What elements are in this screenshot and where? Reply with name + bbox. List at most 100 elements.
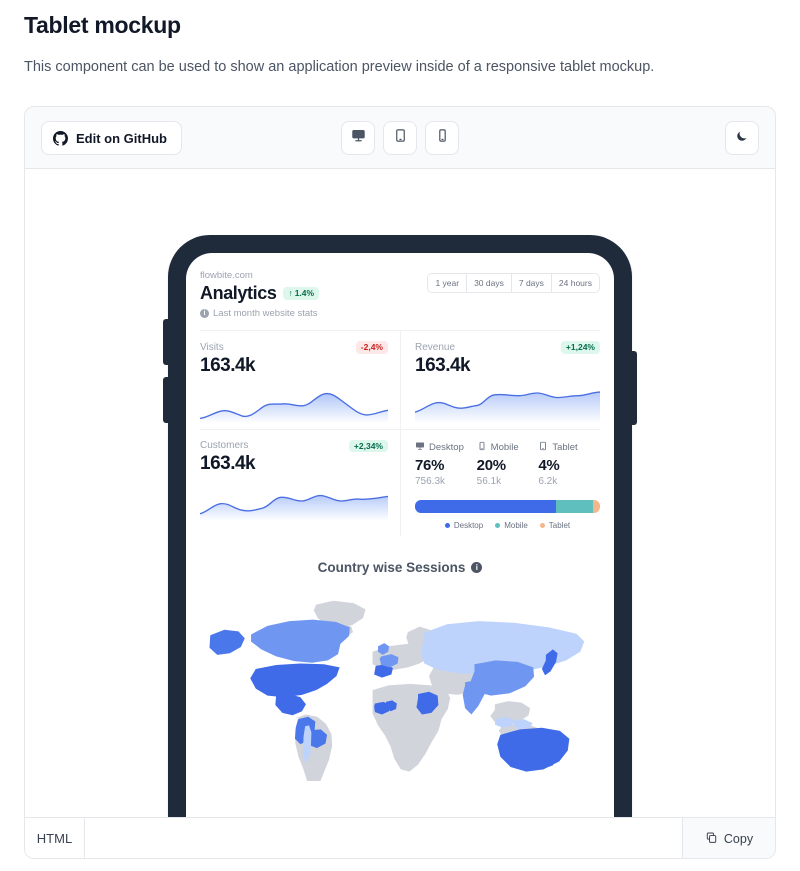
dashboard-heading-group: flowbite.com Analytics ↑ 1.4% i Last mon… (200, 269, 320, 319)
tab-html[interactable]: HTML (25, 818, 85, 858)
map-region-mexico (275, 693, 306, 715)
tablet-volume-up-button (163, 319, 169, 365)
page-root: Tablet mockup This component can be used… (0, 0, 800, 871)
stat-customers-value: 163.4k (200, 453, 256, 474)
legend-dot-desktop (444, 522, 450, 528)
dashboard-subtitle-row: i Last month website stats (200, 308, 319, 319)
arrow-up-icon: ↑ (288, 288, 293, 299)
device-desktop-count: 756.3k (415, 475, 446, 487)
tablet-volume-down-button (163, 377, 169, 423)
device-mobile-button[interactable] (425, 121, 459, 155)
title-change-value: 1.4% (294, 288, 315, 299)
mobile-icon (435, 128, 450, 148)
code-bar: HTML Copy (25, 817, 775, 858)
tablet-icon (393, 128, 408, 148)
desktop-icon (351, 128, 366, 148)
device-legend: Desktop Mobile Tablet (415, 521, 600, 530)
device-share-bar (415, 499, 600, 513)
dashboard-title: Analytics (200, 283, 277, 303)
stat-visits-label: Visits (200, 341, 224, 353)
legend-label-mobile: Mobile (504, 520, 528, 530)
stat-visits-badge: -2,4% (355, 341, 388, 354)
legend-label-tablet: Tablet (548, 520, 571, 530)
range-30-days[interactable]: 30 days (466, 273, 511, 294)
device-tablet-head: Tablet (538, 441, 600, 454)
sparkline-customers (200, 481, 388, 521)
device-tablet-button[interactable] (383, 121, 417, 155)
preview-stage: flowbite.com Analytics ↑ 1.4% i Last mon… (25, 169, 775, 817)
site-url: flowbite.com (200, 270, 253, 281)
edit-on-github-label: Edit on GitHub (76, 130, 167, 146)
dashboard-header: flowbite.com Analytics ↑ 1.4% i Last mon… (200, 269, 600, 319)
stat-card-revenue: Revenue +1,24% 163.4k (400, 331, 600, 430)
device-column-desktop: Desktop 76% 756.3k (415, 441, 477, 487)
copy-label: Copy (723, 831, 754, 846)
legend-dot-mobile (495, 522, 501, 528)
device-switcher (341, 121, 459, 155)
share-segment-tablet (592, 499, 600, 513)
time-range-group: 1 year 30 days 7 days 24 hours (427, 273, 600, 294)
device-tablet-percent: 4% (538, 456, 560, 474)
stat-card-customers: Customers +2,34% 163.4k (200, 430, 400, 536)
info-icon: i (200, 309, 209, 318)
sparkline-visits (200, 383, 388, 423)
page-title: Tablet mockup (24, 12, 181, 38)
preview-toolbar: Edit on GitHub (25, 107, 775, 169)
device-mobile-head: Mobile (477, 441, 539, 454)
device-desktop-head: Desktop (415, 441, 477, 454)
legend-item-tablet: Tablet (539, 520, 571, 530)
copy-icon (705, 831, 718, 847)
range-1-year[interactable]: 1 year (427, 273, 467, 294)
github-icon (53, 130, 68, 146)
device-column-tablet: Tablet 4% 6.2k (538, 441, 600, 487)
legend-item-desktop: Desktop (444, 520, 484, 530)
copy-button[interactable]: Copy (683, 818, 775, 858)
device-desktop-button[interactable] (341, 121, 375, 155)
device-column-mobile: Mobile 20% 56.1k (477, 441, 539, 487)
stat-revenue-label: Revenue (415, 341, 456, 353)
legend-dot-tablet (539, 522, 545, 528)
device-mobile-percent: 20% (476, 456, 506, 474)
theme-toggle-button[interactable] (725, 121, 759, 155)
map-region-alaska (209, 629, 245, 655)
stat-customers-badge: +2,34% (348, 439, 388, 452)
stat-customers-label: Customers (200, 440, 249, 452)
stat-revenue-head: Revenue +1,24% (415, 341, 600, 354)
stat-revenue-value: 163.4k (415, 354, 471, 376)
edit-on-github-button[interactable]: Edit on GitHub (41, 121, 182, 155)
device-mobile-count: 56.1k (476, 475, 502, 487)
title-change-badge: ↑ 1.4% (283, 287, 320, 300)
map-title-row: Country wise Sessions i (200, 560, 600, 575)
map-region-china (470, 659, 535, 696)
tablet-power-button (631, 351, 637, 425)
world-map-chart (200, 589, 600, 781)
stat-visits-value: 163.4k (200, 354, 256, 376)
range-24-hours[interactable]: 24 hours (550, 273, 600, 294)
page-description: This component can be used to show an ap… (24, 59, 655, 75)
share-segment-desktop (415, 499, 556, 513)
device-columns: Desktop 76% 756.3k Mobile 20% 56.1k Tabl… (415, 441, 600, 487)
stat-visits-head: Visits -2,4% (200, 341, 388, 354)
world-map-svg (209, 600, 585, 781)
map-region-canada (251, 619, 350, 663)
tablet-screen: flowbite.com Analytics ↑ 1.4% i Last mon… (186, 253, 614, 817)
info-icon[interactable]: i (471, 561, 483, 573)
device-tablet-count: 6.2k (538, 475, 558, 487)
analytics-dashboard: flowbite.com Analytics ↑ 1.4% i Last mon… (186, 253, 614, 781)
stat-customers-head: Customers +2,34% (200, 439, 388, 452)
legend-label-desktop: Desktop (453, 520, 484, 530)
sparkline-revenue (415, 383, 600, 423)
share-segment-mobile (555, 499, 593, 513)
legend-item-mobile: Mobile (495, 521, 528, 530)
dashboard-subtitle: Last month website stats (213, 308, 318, 319)
map-region-australia (497, 727, 570, 772)
range-7-days[interactable]: 7 days (510, 273, 551, 294)
moon-icon (735, 129, 749, 148)
desktop-icon (415, 441, 425, 454)
device-tablet-label: Tablet (552, 441, 578, 453)
device-desktop-percent: 76% (415, 456, 445, 474)
stat-revenue-badge: +1,24% (560, 341, 600, 354)
example-card: Edit on GitHub flowbite.com Analytics ↑ … (24, 106, 776, 859)
device-mobile-label: Mobile (490, 441, 519, 453)
map-title: Country wise Sessions (317, 559, 466, 575)
